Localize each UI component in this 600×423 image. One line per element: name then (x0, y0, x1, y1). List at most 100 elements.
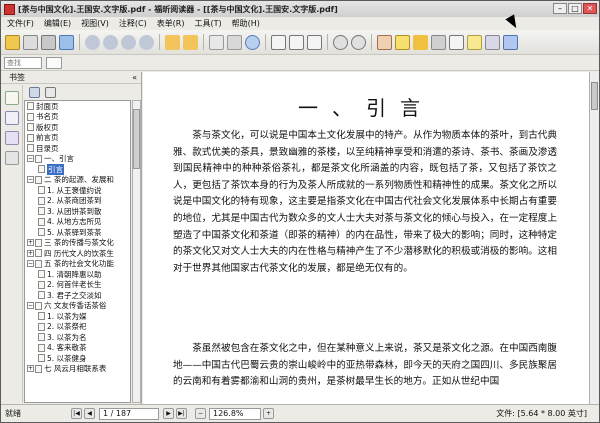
menu-view[interactable]: 视图(V) (81, 18, 109, 29)
first-page-button[interactable]: |◀ (71, 408, 82, 419)
collapse-icon[interactable]: − (27, 155, 34, 163)
bookmark-item[interactable]: 书名页 (25, 112, 130, 123)
bookmark-item[interactable]: 封面页 (25, 101, 130, 112)
bookmark-page-icon (38, 228, 45, 237)
zoom-out-icon[interactable] (333, 34, 348, 50)
bookmark-item[interactable]: − 二 茶的起源、发展和 (25, 175, 130, 186)
select-text-icon[interactable] (209, 34, 224, 50)
forward-arrow-icon[interactable] (183, 34, 198, 50)
bookmark-scrollbar[interactable] (132, 100, 141, 403)
bookmark-page-icon (27, 102, 34, 111)
close-button[interactable]: ✕ (583, 3, 597, 14)
bookmark-item[interactable]: 5. 从茶驿到茶茶 (25, 227, 130, 238)
bookmark-item[interactable]: − 一、引言 (25, 154, 130, 165)
typewriter-icon[interactable] (485, 34, 500, 50)
next-page-button[interactable]: ▶ (163, 408, 174, 419)
dual-page-icon[interactable] (449, 34, 464, 50)
hand-tool-icon[interactable] (377, 34, 392, 50)
pencil-icon[interactable] (413, 34, 428, 50)
zoom-out-button-icon[interactable]: − (195, 408, 206, 419)
open-folder-icon[interactable] (5, 34, 20, 50)
bookmark-item[interactable]: 3. 君子之交淡如 (25, 290, 130, 301)
zoom-in-button-icon[interactable]: + (263, 408, 274, 419)
menu-comment[interactable]: 注释(C) (119, 18, 147, 29)
fit-width-icon[interactable] (289, 34, 304, 50)
zoom-in-icon[interactable] (351, 34, 366, 50)
actual-size-icon[interactable] (307, 34, 322, 50)
next-page-icon[interactable] (121, 34, 136, 50)
bookmark-item[interactable]: 前言页 (25, 133, 130, 144)
expand-bookmark-icon[interactable] (29, 86, 40, 98)
fit-page-icon[interactable] (271, 34, 286, 50)
comment-icon[interactable] (467, 34, 482, 50)
bookmark-label: 5. 从茶驿到茶茶 (47, 227, 102, 237)
zoom-icon[interactable] (245, 34, 260, 50)
bookmark-page-icon (38, 217, 45, 226)
search-options-dropdown[interactable] (46, 56, 62, 69)
side-tabs (1, 85, 23, 403)
bookmark-label: 3. 以茶为名 (47, 332, 87, 342)
bookmark-label: 1. 清朝降惠以助 (47, 269, 102, 279)
bookmark-item[interactable]: 2. 以茶祭祀 (25, 322, 130, 333)
document-scrollbar[interactable] (589, 72, 599, 404)
collapse-icon[interactable]: − (27, 302, 34, 310)
prev-page-button[interactable]: ◀ (84, 408, 95, 419)
highlight-icon[interactable] (395, 34, 410, 50)
arrow-tool-icon[interactable] (503, 34, 518, 50)
collapse-panel-button[interactable]: « (132, 73, 137, 82)
bookmarks-tab-icon[interactable] (5, 91, 19, 105)
last-page-button[interactable]: ▶| (176, 408, 187, 419)
bookmark-item[interactable]: 3. 以茶为名 (25, 332, 130, 343)
previous-page-icon[interactable] (103, 34, 118, 50)
bookmark-item[interactable]: 引言 (25, 164, 130, 175)
layers-tab-icon[interactable] (5, 131, 19, 145)
bookmark-scroll-thumb[interactable] (133, 109, 140, 169)
bookmark-item[interactable]: 1. 从王褒僮约说 (25, 185, 130, 196)
bookmark-item[interactable]: 3. 从团饼茶到散 (25, 206, 130, 217)
delete-bookmark-icon[interactable] (45, 86, 56, 98)
search-input[interactable]: 查找 (4, 56, 42, 69)
menu-file[interactable]: 文件(F) (7, 18, 34, 29)
page-number-input[interactable]: 1 / 187 (99, 407, 159, 420)
bookmark-item[interactable]: 2. 何首伴老长生 (25, 280, 130, 291)
bookmark-label: 1. 以茶为媒 (47, 311, 87, 321)
expand-icon[interactable]: + (27, 249, 34, 257)
bookmark-item[interactable]: 1. 以茶为媒 (25, 311, 130, 322)
first-page-icon[interactable] (85, 34, 100, 50)
bookmark-item[interactable]: − 六 文友传香话茶俗 (25, 301, 130, 312)
bookmark-item[interactable]: 4. 客来敬茶 (25, 343, 130, 354)
bookmark-item[interactable]: 目录页 (25, 143, 130, 154)
expand-icon[interactable]: + (27, 239, 34, 247)
menu-help[interactable]: 帮助(H) (232, 18, 260, 29)
pages-tab-icon[interactable] (5, 111, 19, 125)
bookmark-item[interactable]: 2. 从茶商团茶到 (25, 196, 130, 207)
bookmark-item[interactable]: − 五 茶的社会文化功能 (25, 259, 130, 270)
last-page-icon[interactable] (139, 34, 154, 50)
bookmark-item[interactable]: 1. 清朝降惠以助 (25, 269, 130, 280)
menu-tools[interactable]: 工具(T) (195, 18, 222, 29)
save-icon[interactable] (23, 34, 38, 50)
collapse-icon[interactable]: − (27, 176, 34, 184)
bookmark-item[interactable]: 版权页 (25, 122, 130, 133)
bookmark-item[interactable]: 5. 以茶健身 (25, 353, 130, 364)
menu-form[interactable]: 表单(R) (157, 18, 185, 29)
bookmark-item[interactable]: 4. 从地方志所见 (25, 217, 130, 228)
bookmark-label: 4. 从地方志所见 (47, 217, 102, 227)
bookmark-item[interactable]: + 七 风云月相联系表 (25, 364, 130, 375)
snapshot-icon[interactable] (227, 34, 242, 50)
bookmark-item[interactable]: + 三 茶的传播与茶文化 (25, 238, 130, 249)
zoom-level-input[interactable]: 126.8% (209, 407, 261, 420)
menu-edit[interactable]: 编辑(E) (44, 18, 71, 29)
attachments-tab-icon[interactable] (5, 151, 19, 165)
document-scroll-thumb[interactable] (591, 82, 598, 110)
maximize-button[interactable]: □ (568, 3, 582, 14)
expand-icon[interactable]: + (27, 365, 34, 373)
back-arrow-icon[interactable] (165, 34, 180, 50)
print-icon[interactable] (41, 34, 56, 50)
email-icon[interactable] (59, 34, 74, 50)
toolbar-separator (371, 34, 372, 50)
collapse-icon[interactable]: − (27, 260, 34, 268)
bookmark-item[interactable]: + 四 历代文人的饮茶生 (25, 248, 130, 259)
rotate-icon[interactable] (431, 34, 446, 50)
minimize-button[interactable]: – (553, 3, 567, 14)
